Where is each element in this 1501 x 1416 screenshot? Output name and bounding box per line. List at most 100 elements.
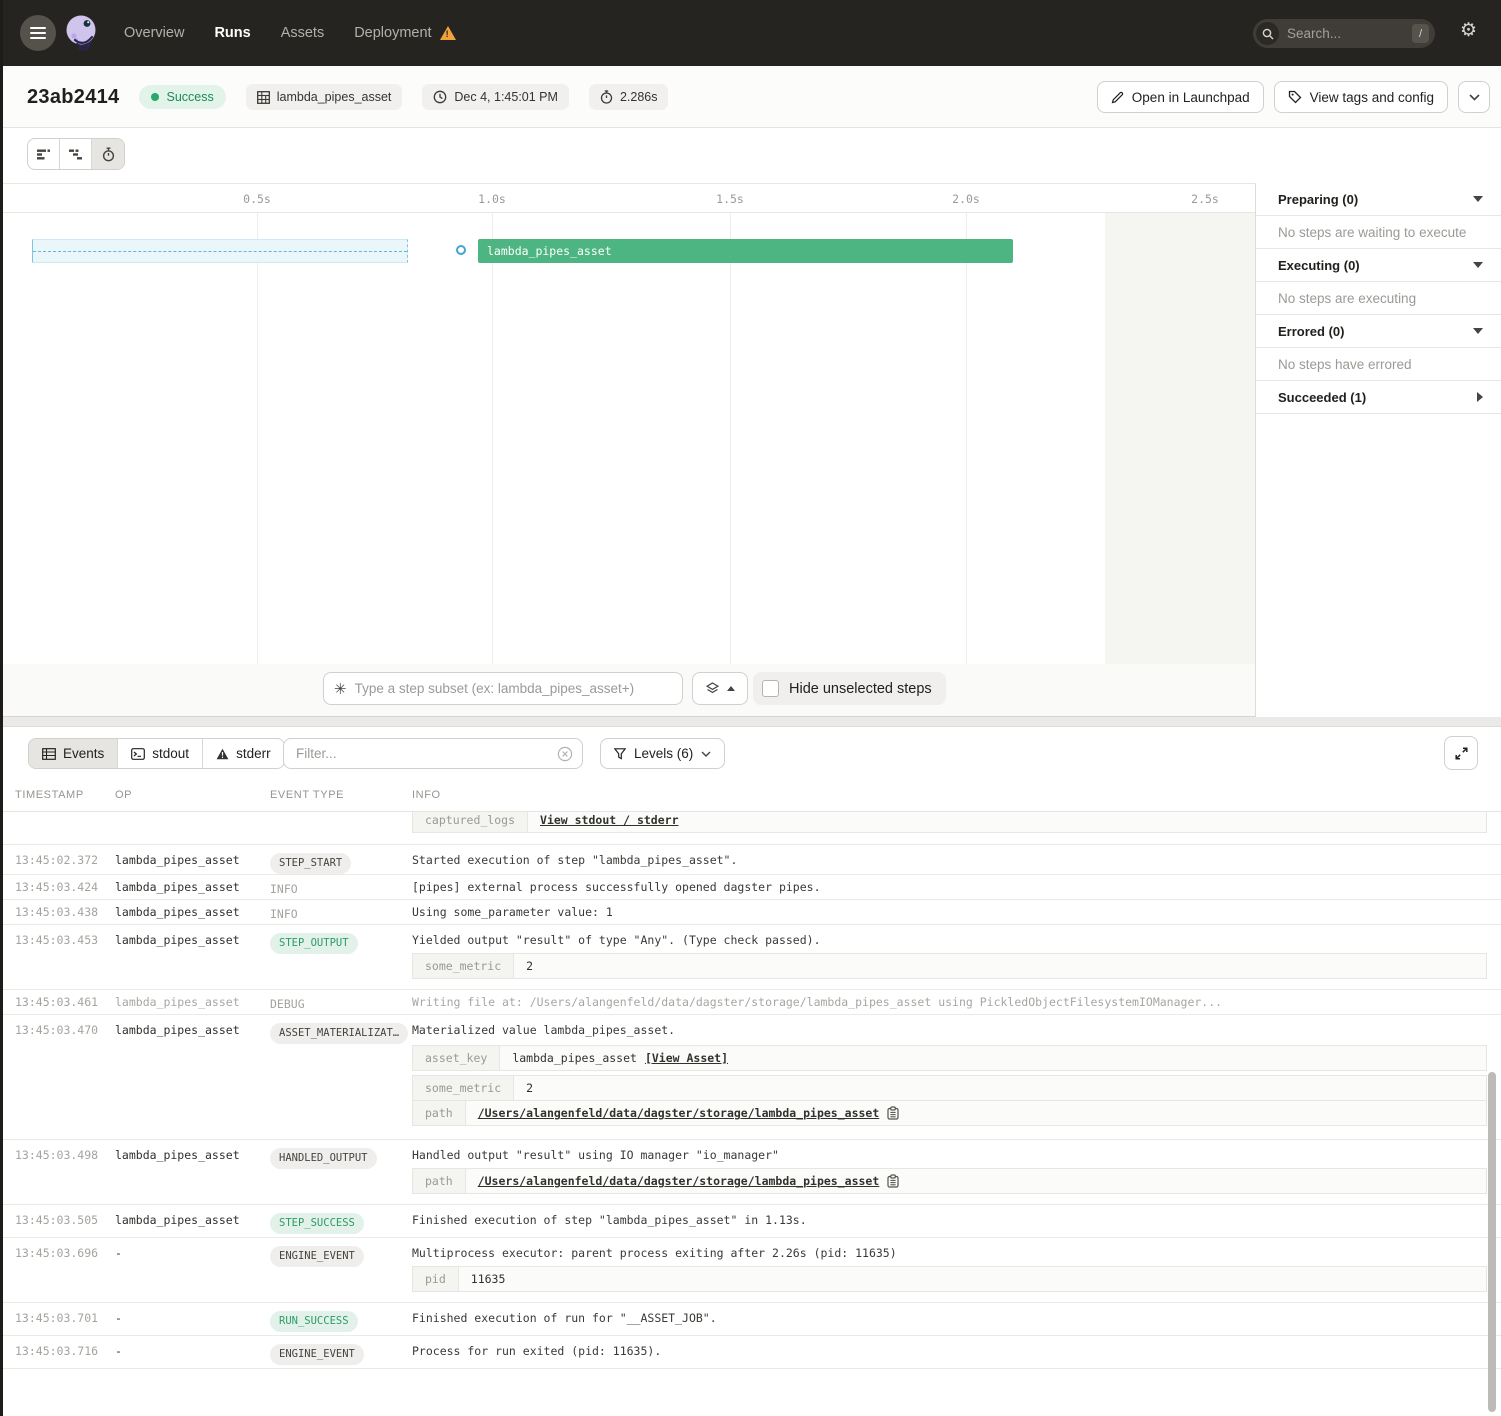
log-row[interactable]: 13:45:03.498 lambda_pipes_asset HANDLED_… [0,1140,1501,1205]
log-timestamp: 13:45:03.701 [0,1303,104,1335]
chevron-up-icon [727,686,735,691]
log-filter-input[interactable] [296,746,557,761]
tab-stdout[interactable]: stdout [118,739,203,768]
log-op: lambda_pipes_asset [104,845,258,874]
axis-tick: 1.5s [716,192,744,206]
log-message: Yielded output "result" of type "Any". (… [412,933,1487,947]
op-selector-icon: ✳ [334,680,347,698]
timed-view-button[interactable] [92,139,124,169]
log-row[interactable]: 13:45:03.716 - ENGINE_EVENT Process for … [0,1336,1501,1369]
tab-events[interactable]: Events [29,739,118,768]
gantt-step-bar[interactable]: lambda_pipes_asset [478,239,1013,263]
funnel-icon [614,748,626,760]
gantt-chart-area: lambda_pipes_asset [0,213,1255,717]
nav-item-overview[interactable]: Overview [124,25,184,41]
dagster-logo-icon[interactable] [62,13,100,53]
log-scrollbar-thumb[interactable] [1488,1072,1496,1412]
run-id: 23ab2414 [27,86,119,109]
log-timestamp: 13:45:03.424 [0,875,104,899]
log-timestamp: 13:45:03.505 [0,1205,104,1237]
sidebar-section-succeeded[interactable]: Succeeded (1) [1256,381,1501,414]
log-timestamp: 13:45:03.498 [0,1140,104,1204]
view-tags-config-button[interactable]: View tags and config [1274,81,1448,113]
log-op: - [104,1238,258,1302]
chevron-down-icon [1473,196,1483,202]
step-subset-input[interactable] [355,681,672,696]
log-timestamp: 13:45:03.438 [0,900,104,924]
log-row[interactable]: 13:45:03.701 - RUN_SUCCESS Finished exec… [0,1303,1501,1336]
event-type-badge: ENGINE_EVENT [270,1246,364,1267]
tab-stdout-label: stdout [152,746,189,761]
log-row[interactable]: 13:45:03.696 - ENGINE_EVENT Multiprocess… [0,1238,1501,1303]
col-info: INFO [400,779,1501,811]
status-label: Success [166,90,213,104]
panel-divider[interactable] [0,717,1501,727]
sidebar-section-preparing[interactable]: Preparing (0) [1256,183,1501,216]
log-row[interactable]: 13:45:03.424 lambda_pipes_asset INFO [pi… [0,875,1501,900]
log-fullscreen-button[interactable] [1444,736,1478,770]
event-type-badge: RUN_SUCCESS [270,1311,358,1332]
main-nav: Overview Runs Assets Deployment ! [124,0,456,66]
event-type-badge: STEP_OUTPUT [270,933,358,954]
after-run-shading [1105,213,1255,717]
gantt-footer: ✳ Hide unselected steps [0,664,1255,717]
flat-view-button[interactable] [28,139,60,169]
event-type-label: INFO [270,907,298,921]
nav-item-runs[interactable]: Runs [214,25,250,41]
event-type-label: INFO [270,882,298,896]
log-filter-field[interactable] [283,738,583,769]
sidebar-section-executing[interactable]: Executing (0) [1256,249,1501,282]
run-header-more-button[interactable] [1458,81,1490,113]
section-label: Preparing (0) [1278,192,1358,207]
log-message: Finished execution of step "lambda_pipes… [400,1205,1501,1237]
global-search[interactable]: / [1253,19,1435,48]
preparing-empty-text: No steps are waiting to execute [1256,216,1501,249]
log-timestamp: 13:45:03.696 [0,1238,104,1302]
hide-unselected-group: Hide unselected steps [753,672,946,705]
event-type-badge: ASSET_MATERIALIZAT… [270,1023,408,1044]
log-row[interactable]: 13:45:03.470 lambda_pipes_asset ASSET_MA… [0,1015,1501,1140]
log-timestamp: 13:45:03.461 [0,990,104,1014]
sidebar-section-errored[interactable]: Errored (0) [1256,315,1501,348]
nav-item-deployment[interactable]: Deployment ! [354,25,455,41]
path-link[interactable]: /Users/alangenfeld/data/dagster/storage/… [478,1106,880,1120]
log-row[interactable]: 13:45:03.505 lambda_pipes_asset STEP_SUC… [0,1205,1501,1238]
hamburger-menu-icon[interactable] [20,15,56,51]
search-icon [1256,22,1279,45]
settings-gear-icon[interactable]: ⚙ [1460,21,1477,40]
graph-query-options-button[interactable] [692,672,748,705]
chevron-down-icon [1473,262,1483,268]
step-subset-field[interactable]: ✳ [323,672,683,705]
log-table-body: captured_logs View stdout / stderr 13:45… [0,812,1501,1416]
tab-stderr[interactable]: stderr [203,739,284,768]
log-row[interactable]: captured_logs View stdout / stderr [0,812,1501,845]
nav-item-assets[interactable]: Assets [281,25,325,41]
path-link[interactable]: /Users/alangenfeld/data/dagster/storage/… [478,1174,880,1188]
log-message: Process for run exited (pid: 11635). [400,1336,1501,1368]
levels-filter-button[interactable]: Levels (6) [600,738,725,769]
log-op: lambda_pipes_asset [104,925,258,989]
view-asset-link[interactable]: [View Asset] [645,1051,728,1065]
open-in-launchpad-button[interactable]: Open in Launchpad [1097,81,1264,113]
nav-item-deployment-label: Deployment [354,25,431,41]
start-time-label: Dec 4, 1:45:01 PM [454,90,558,104]
col-timestamp: TIMESTAMP [0,779,104,811]
log-timestamp: 13:45:03.453 [0,925,104,989]
log-timestamp: 13:45:03.716 [0,1336,104,1368]
job-tag[interactable]: lambda_pipes_asset [246,84,403,110]
copy-icon[interactable] [887,1174,899,1188]
table-icon [42,748,56,760]
search-input[interactable] [1279,26,1412,41]
clear-filter-icon[interactable] [557,746,573,762]
log-row[interactable]: 13:45:03.461 lambda_pipes_asset DEBUG Wr… [0,990,1501,1015]
event-type-badge: HANDLED_OUTPUT [270,1148,377,1169]
hide-unselected-checkbox[interactable] [762,680,779,697]
log-row[interactable]: 13:45:02.372 lambda_pipes_asset STEP_STA… [0,845,1501,875]
waterfall-view-button[interactable] [60,139,92,169]
tag-icon [1288,90,1302,104]
copy-icon[interactable] [887,1106,899,1120]
log-row[interactable]: 13:45:03.453 lambda_pipes_asset STEP_OUT… [0,925,1501,990]
log-row[interactable]: 13:45:03.438 lambda_pipes_asset INFO Usi… [0,900,1501,925]
view-stdout-stderr-link[interactable]: View stdout / stderr [540,813,678,827]
log-op: lambda_pipes_asset [104,900,258,924]
